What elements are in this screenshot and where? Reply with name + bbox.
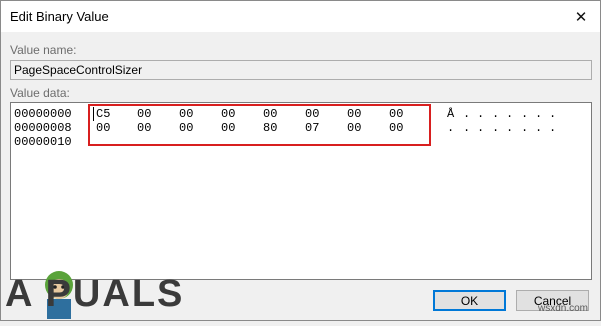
ascii-char: . xyxy=(506,121,514,135)
hex-offset: 00000008 xyxy=(14,121,72,135)
watermark-logo-text: A PUALS xyxy=(5,273,185,315)
ascii-char: . xyxy=(463,107,471,121)
ascii-char: . xyxy=(506,107,514,121)
value-data-label: Value data: xyxy=(10,86,70,100)
hex-offset: 00000010 xyxy=(14,135,72,149)
ascii-char: . xyxy=(549,121,557,135)
ascii-char: . xyxy=(535,121,543,135)
appuals-watermark: A PUALS xyxy=(1,259,241,322)
close-icon: ✕ xyxy=(574,8,588,26)
ascii-char: . xyxy=(477,107,485,121)
value-data-hex-editor[interactable]: 00000000 C5 00 00 00 00 00 00 00 Å....... 00000008… xyxy=(10,102,592,280)
ascii-char: . xyxy=(549,107,557,121)
ascii-char: . xyxy=(492,121,500,135)
value-name-field: PageSpaceControlSizer xyxy=(10,60,592,80)
ok-button[interactable]: OK xyxy=(433,290,506,311)
ascii-char: Å xyxy=(447,107,455,121)
edit-binary-value-dialog: Edit Binary Value ✕ Value name: PageSpac… xyxy=(0,0,601,321)
ascii-char: . xyxy=(447,121,455,135)
ascii-char: . xyxy=(477,121,485,135)
dialog-title: Edit Binary Value xyxy=(10,9,109,24)
title-bar[interactable]: Edit Binary Value ✕ xyxy=(1,1,600,32)
ascii-char: . xyxy=(521,107,529,121)
ascii-char: . xyxy=(492,107,500,121)
site-watermark: wsxdn.com xyxy=(537,303,588,314)
ascii-char: . xyxy=(535,107,543,121)
hex-offset: 00000000 xyxy=(14,107,72,121)
value-name-label: Value name: xyxy=(10,43,77,57)
annotation-highlight-box xyxy=(88,104,431,146)
ascii-char: . xyxy=(521,121,529,135)
close-button[interactable]: ✕ xyxy=(562,1,600,32)
ascii-char: . xyxy=(463,121,471,135)
